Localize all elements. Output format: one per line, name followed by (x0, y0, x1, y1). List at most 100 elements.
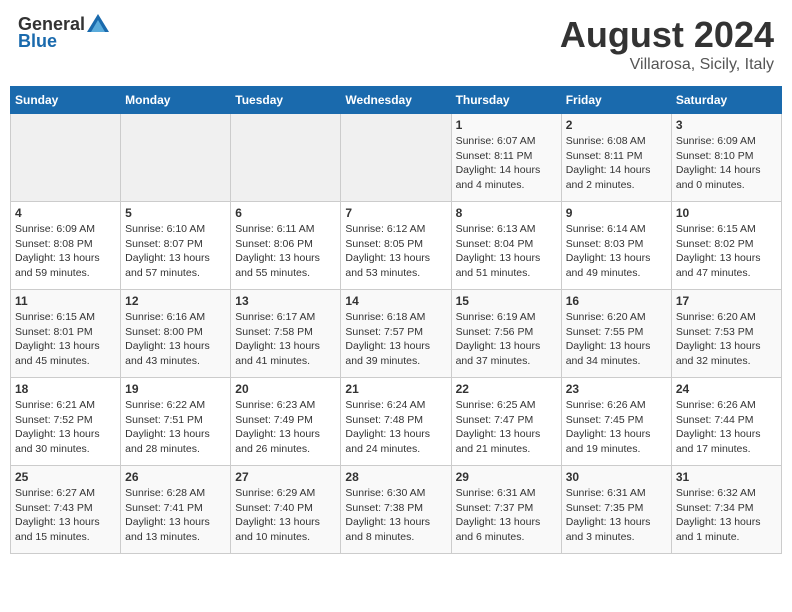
day-info: Sunrise: 6:30 AM Sunset: 7:38 PM Dayligh… (345, 486, 446, 545)
calendar-cell: 23Sunrise: 6:26 AM Sunset: 7:45 PM Dayli… (561, 378, 671, 466)
header-wednesday: Wednesday (341, 87, 451, 114)
day-info: Sunrise: 6:17 AM Sunset: 7:58 PM Dayligh… (235, 310, 336, 369)
calendar-cell: 20 Sunrise: 6:23 AM Sunset: 7:49 PM Dayli… (231, 378, 341, 466)
calendar-cell: 14 Sunrise: 6:18 AM Sunset: 7:57 PM Dayli… (341, 290, 451, 378)
day-info: Sunrise: 6:13 AM Sunset: 8:04 PM Dayligh… (456, 222, 557, 281)
day-number: 6 (235, 206, 336, 220)
header-monday: Monday (121, 87, 231, 114)
calendar-cell: 17 Sunrise: 6:20 AM Sunset: 7:53 PM Dayli… (671, 290, 781, 378)
day-info: Sunrise: 6:15 AM Sunset: 8:02 PM Dayligh… (676, 222, 777, 281)
calendar-cell: 10 Sunrise: 6:15 AM Sunset: 8:02 PM Dayli… (671, 202, 781, 290)
day-number: 24 (676, 382, 777, 396)
calendar-cell: 2 Sunrise: 6:08 AM Sunset: 8:11 PM Daylig… (561, 114, 671, 202)
logo-blue-text: Blue (18, 31, 57, 52)
day-number: 17 (676, 294, 777, 308)
day-number: 8 (456, 206, 557, 220)
day-number: 25 (15, 470, 116, 484)
week-row-2: 4 Sunrise: 6:09 AM Sunset: 8:08 PM Daylig… (11, 202, 782, 290)
title-block: August 2024 Villarosa, Sicily, Italy (560, 14, 774, 74)
header-tuesday: Tuesday (231, 87, 341, 114)
day-info: Sunrise: 6:31 AM Sunset: 7:37 PM Dayligh… (456, 486, 557, 545)
header-saturday: Saturday (671, 87, 781, 114)
day-number: 18 (15, 382, 116, 396)
day-number: 2 (566, 118, 667, 132)
calendar-cell: 8 Sunrise: 6:13 AM Sunset: 8:04 PM Daylig… (451, 202, 561, 290)
logo: General Blue (18, 14, 109, 52)
day-info: Sunrise: 6:20 AM Sunset: 7:55 PM Dayligh… (566, 310, 667, 369)
calendar-cell (341, 114, 451, 202)
day-info: Sunrise: 6:11 AM Sunset: 8:06 PM Dayligh… (235, 222, 336, 281)
week-row-3: 11Sunrise: 6:15 AM Sunset: 8:01 PM Dayli… (11, 290, 782, 378)
header-thursday: Thursday (451, 87, 561, 114)
calendar-cell: 11Sunrise: 6:15 AM Sunset: 8:01 PM Dayli… (11, 290, 121, 378)
calendar-cell: 30 Sunrise: 6:31 AM Sunset: 7:35 PM Dayli… (561, 466, 671, 554)
day-number: 27 (235, 470, 336, 484)
day-info: Sunrise: 6:26 AM Sunset: 7:45 PM Dayligh… (566, 398, 667, 457)
calendar-cell: 5Sunrise: 6:10 AM Sunset: 8:07 PM Daylig… (121, 202, 231, 290)
calendar-cell: 3 Sunrise: 6:09 AM Sunset: 8:10 PM Daylig… (671, 114, 781, 202)
logo-icon (87, 14, 109, 32)
day-info: Sunrise: 6:09 AM Sunset: 8:08 PM Dayligh… (15, 222, 116, 281)
header-friday: Friday (561, 87, 671, 114)
day-number: 4 (15, 206, 116, 220)
day-info: Sunrise: 6:21 AM Sunset: 7:52 PM Dayligh… (15, 398, 116, 457)
header-sunday: Sunday (11, 87, 121, 114)
calendar-cell: 7Sunrise: 6:12 AM Sunset: 8:05 PM Daylig… (341, 202, 451, 290)
calendar-cell: 31 Sunrise: 6:32 AM Sunset: 7:34 PM Dayli… (671, 466, 781, 554)
day-info: Sunrise: 6:24 AM Sunset: 7:48 PM Dayligh… (345, 398, 446, 457)
calendar-cell: 1 Sunrise: 6:07 AM Sunset: 8:11 PM Daylig… (451, 114, 561, 202)
calendar-cell: 16Sunrise: 6:20 AM Sunset: 7:55 PM Dayli… (561, 290, 671, 378)
day-info: Sunrise: 6:15 AM Sunset: 8:01 PM Dayligh… (15, 310, 116, 369)
calendar-cell: 22Sunrise: 6:25 AM Sunset: 7:47 PM Dayli… (451, 378, 561, 466)
day-number: 1 (456, 118, 557, 132)
day-info: Sunrise: 6:22 AM Sunset: 7:51 PM Dayligh… (125, 398, 226, 457)
calendar-cell (231, 114, 341, 202)
day-info: Sunrise: 6:07 AM Sunset: 8:11 PM Dayligh… (456, 134, 557, 193)
calendar-cell: 27 Sunrise: 6:29 AM Sunset: 7:40 PM Dayli… (231, 466, 341, 554)
day-number: 15 (456, 294, 557, 308)
calendar-cell: 15 Sunrise: 6:19 AM Sunset: 7:56 PM Dayli… (451, 290, 561, 378)
calendar-cell: 6 Sunrise: 6:11 AM Sunset: 8:06 PM Daylig… (231, 202, 341, 290)
day-info: Sunrise: 6:08 AM Sunset: 8:11 PM Dayligh… (566, 134, 667, 193)
day-number: 20 (235, 382, 336, 396)
day-info: Sunrise: 6:20 AM Sunset: 7:53 PM Dayligh… (676, 310, 777, 369)
day-number: 28 (345, 470, 446, 484)
day-info: Sunrise: 6:09 AM Sunset: 8:10 PM Dayligh… (676, 134, 777, 193)
header-row: SundayMondayTuesdayWednesdayThursdayFrid… (11, 87, 782, 114)
day-number: 22 (456, 382, 557, 396)
week-row-4: 18 Sunrise: 6:21 AM Sunset: 7:52 PM Dayli… (11, 378, 782, 466)
calendar-cell: 24 Sunrise: 6:26 AM Sunset: 7:44 PM Dayli… (671, 378, 781, 466)
calendar-cell: 13 Sunrise: 6:17 AM Sunset: 7:58 PM Dayli… (231, 290, 341, 378)
day-number: 13 (235, 294, 336, 308)
day-info: Sunrise: 6:32 AM Sunset: 7:34 PM Dayligh… (676, 486, 777, 545)
day-number: 12 (125, 294, 226, 308)
day-number: 14 (345, 294, 446, 308)
day-info: Sunrise: 6:10 AM Sunset: 8:07 PM Dayligh… (125, 222, 226, 281)
calendar-title: August 2024 (560, 14, 774, 56)
day-number: 29 (456, 470, 557, 484)
day-number: 10 (676, 206, 777, 220)
day-number: 21 (345, 382, 446, 396)
day-info: Sunrise: 6:23 AM Sunset: 7:49 PM Dayligh… (235, 398, 336, 457)
day-info: Sunrise: 6:19 AM Sunset: 7:56 PM Dayligh… (456, 310, 557, 369)
day-number: 26 (125, 470, 226, 484)
calendar-cell: 9Sunrise: 6:14 AM Sunset: 8:03 PM Daylig… (561, 202, 671, 290)
calendar-cell: 26Sunrise: 6:28 AM Sunset: 7:41 PM Dayli… (121, 466, 231, 554)
day-info: Sunrise: 6:18 AM Sunset: 7:57 PM Dayligh… (345, 310, 446, 369)
calendar-cell (121, 114, 231, 202)
calendar-cell: 29 Sunrise: 6:31 AM Sunset: 7:37 PM Dayli… (451, 466, 561, 554)
calendar-cell: 12 Sunrise: 6:16 AM Sunset: 8:00 PM Dayli… (121, 290, 231, 378)
day-info: Sunrise: 6:16 AM Sunset: 8:00 PM Dayligh… (125, 310, 226, 369)
calendar-cell: 18 Sunrise: 6:21 AM Sunset: 7:52 PM Dayli… (11, 378, 121, 466)
calendar-cell: 4 Sunrise: 6:09 AM Sunset: 8:08 PM Daylig… (11, 202, 121, 290)
calendar-cell: 21 Sunrise: 6:24 AM Sunset: 7:48 PM Dayli… (341, 378, 451, 466)
day-number: 31 (676, 470, 777, 484)
calendar-cell (11, 114, 121, 202)
day-number: 30 (566, 470, 667, 484)
day-info: Sunrise: 6:31 AM Sunset: 7:35 PM Dayligh… (566, 486, 667, 545)
day-info: Sunrise: 6:26 AM Sunset: 7:44 PM Dayligh… (676, 398, 777, 457)
calendar-cell: 25Sunrise: 6:27 AM Sunset: 7:43 PM Dayli… (11, 466, 121, 554)
week-row-5: 25Sunrise: 6:27 AM Sunset: 7:43 PM Dayli… (11, 466, 782, 554)
day-number: 3 (676, 118, 777, 132)
day-info: Sunrise: 6:29 AM Sunset: 7:40 PM Dayligh… (235, 486, 336, 545)
